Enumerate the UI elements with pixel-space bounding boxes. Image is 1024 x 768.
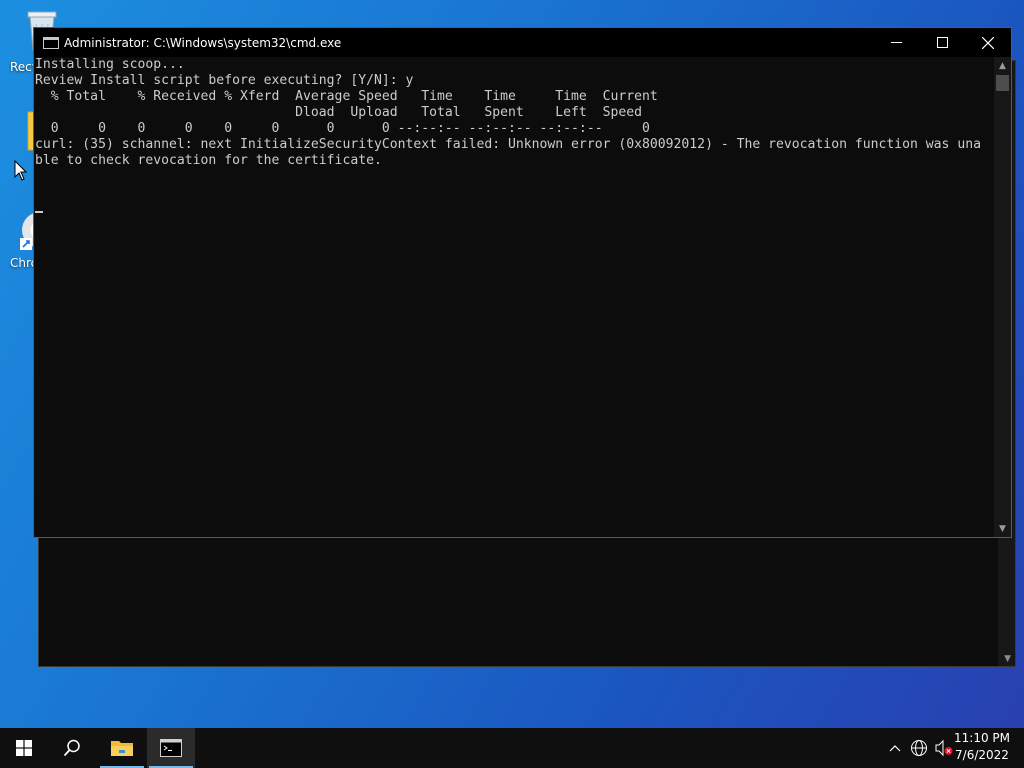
cmd-taskbar-button[interactable] bbox=[147, 728, 195, 768]
text-cursor bbox=[35, 211, 43, 213]
scroll-down-arrow-icon[interactable]: ▼ bbox=[994, 520, 1011, 537]
search-icon bbox=[63, 739, 80, 757]
console-line: Dload Upload Total Spent Left Speed bbox=[35, 105, 642, 120]
console-line: % Total % Received % Xferd Average Speed… bbox=[35, 89, 658, 104]
console-line: Review Install script before executing? … bbox=[35, 73, 414, 88]
show-hidden-icons-button[interactable] bbox=[884, 728, 906, 768]
title-bar[interactable]: Administrator: C:\Windows\system32\cmd.e… bbox=[34, 28, 1011, 57]
taskbar: 11:10 PM 7/6/2022 bbox=[0, 728, 1024, 768]
file-explorer-taskbar-button[interactable] bbox=[98, 728, 146, 768]
minimize-icon bbox=[890, 42, 902, 43]
scrollbar-thumb[interactable] bbox=[996, 75, 1009, 91]
file-explorer-icon bbox=[111, 741, 133, 756]
globe-icon bbox=[911, 740, 927, 756]
console-output[interactable]: Installing scoop... Review Install scrip… bbox=[34, 57, 994, 537]
clock-date: 7/6/2022 bbox=[955, 748, 1009, 762]
maximize-button[interactable] bbox=[919, 28, 965, 57]
start-button[interactable] bbox=[0, 728, 48, 768]
cmd-icon bbox=[160, 739, 182, 757]
console-line: curl: (35) schannel: next InitializeSecu… bbox=[35, 137, 981, 152]
scroll-up-arrow-icon[interactable]: ▲ bbox=[994, 57, 1011, 74]
cmd-window[interactable]: Administrator: C:\Windows\system32\cmd.e… bbox=[33, 27, 1012, 538]
console-line: ble to check revocation for the certific… bbox=[35, 153, 382, 168]
maximize-icon bbox=[936, 37, 948, 48]
clock-time: 11:10 PM bbox=[954, 731, 1010, 745]
console-line: Installing scoop... bbox=[35, 57, 185, 72]
console-line: 0 0 0 0 0 0 0 0 --:--:-- --:--:-- --:--:… bbox=[35, 121, 650, 136]
window-title: Administrator: C:\Windows\system32\cmd.e… bbox=[64, 35, 342, 50]
windows-logo-icon bbox=[16, 740, 32, 756]
minimize-button[interactable] bbox=[873, 28, 919, 57]
mouse-pointer-icon bbox=[14, 160, 28, 181]
close-icon bbox=[982, 36, 994, 49]
chevron-up-icon bbox=[889, 745, 901, 752]
system-clock[interactable]: 11:10 PM 7/6/2022 bbox=[952, 730, 1012, 764]
cmd-app-icon bbox=[43, 36, 59, 49]
network-button[interactable] bbox=[907, 728, 931, 768]
vertical-scrollbar[interactable]: ▲ ▼ bbox=[994, 57, 1011, 537]
search-button[interactable] bbox=[48, 728, 96, 768]
scroll-down-arrow-icon[interactable]: ▼ bbox=[1004, 654, 1011, 664]
close-button[interactable] bbox=[965, 28, 1011, 57]
speaker-muted-icon bbox=[935, 739, 953, 757]
